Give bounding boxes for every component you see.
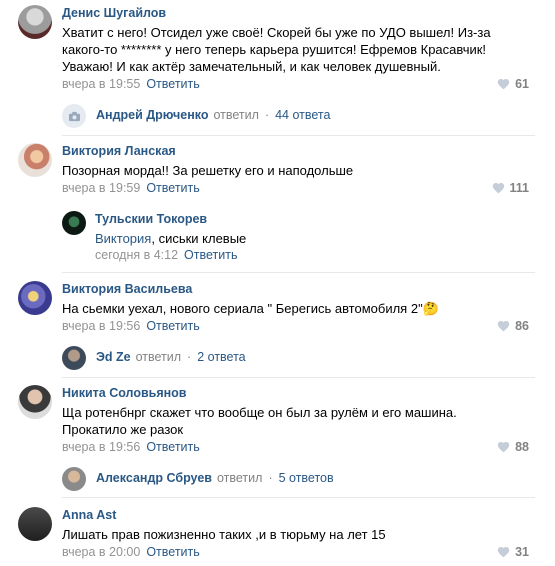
reply-button[interactable]: Ответить — [146, 77, 199, 91]
comment-text-line: Лишать прав пожизненно таких ,и в тюрьму… — [62, 527, 386, 542]
avatar[interactable] — [62, 211, 86, 235]
thread-count[interactable]: 5 ответов — [279, 471, 334, 485]
comment-text-line: какого-то ******** у него теперь карьера… — [62, 42, 487, 57]
heart-icon — [497, 79, 510, 90]
comment-author[interactable]: Никита Соловьянов — [62, 386, 187, 400]
heart-icon — [497, 547, 510, 558]
like-count: 31 — [515, 545, 529, 559]
reply-thread[interactable]: Эd Ze ответил · 2 ответа — [96, 350, 246, 364]
thread-action: ответил — [135, 350, 182, 364]
reply-button[interactable]: Ответить — [146, 545, 199, 559]
comment-text-line: Прокатило же разок — [62, 422, 184, 437]
divider — [62, 272, 535, 273]
reply-author[interactable]: Тульскии Токорев — [95, 212, 207, 226]
like-count: 86 — [515, 319, 529, 333]
like-count: 111 — [509, 181, 529, 195]
reply-button[interactable]: Ответить — [184, 248, 237, 262]
avatar[interactable] — [18, 385, 52, 419]
heart-icon — [497, 321, 510, 332]
like-button[interactable]: 86 — [497, 319, 529, 333]
thread-action: ответил — [216, 471, 263, 485]
comment-meta: вчера в 19:59 Ответить — [62, 181, 200, 195]
comment-meta: вчера в 19:55 Ответить — [62, 77, 200, 91]
divider — [62, 497, 535, 498]
thread-author[interactable]: Эd Ze — [96, 350, 131, 364]
comment-time[interactable]: вчера в 19:56 — [62, 319, 140, 333]
reply-text: Виктория, сиськи клевые — [95, 230, 246, 247]
camera-icon — [62, 104, 86, 128]
comment-meta: вчера в 19:56 Ответить — [62, 319, 200, 333]
like-button[interactable]: 61 — [497, 77, 529, 91]
thread-count[interactable]: 44 ответа — [275, 108, 330, 122]
thread-action: ответил — [213, 108, 259, 122]
comment-text-line: Уважаю! И как актёр замечательный, и как… — [62, 59, 441, 74]
reply-button[interactable]: Ответить — [146, 319, 199, 333]
thread-author[interactable]: Андрей Дрюченко — [96, 108, 208, 122]
thread-author[interactable]: Александр Сбруев — [96, 471, 212, 485]
comment-author[interactable]: Anna Ast — [62, 508, 116, 522]
avatar[interactable] — [62, 467, 86, 491]
like-button[interactable]: 88 — [497, 440, 529, 454]
comment-time[interactable]: вчера в 20:00 — [62, 545, 140, 559]
heart-icon — [492, 183, 504, 194]
avatar[interactable] — [18, 143, 52, 177]
like-count: 61 — [515, 77, 529, 91]
heart-icon — [497, 442, 510, 453]
avatar[interactable] — [18, 507, 52, 541]
reply-thread[interactable]: Андрей Дрюченко ответил · 44 ответа — [96, 108, 330, 122]
like-button[interactable]: 111 — [492, 181, 529, 195]
comment-author[interactable]: Виктория Ланская — [62, 144, 176, 158]
reply-button[interactable]: Ответить — [146, 181, 199, 195]
avatar[interactable] — [62, 346, 86, 370]
reply-thread[interactable]: Александр Сбруев ответил · 5 ответов — [96, 471, 334, 485]
comment-text-line: Ща ротенбнрг скажет что вообще он был за… — [62, 405, 457, 420]
separator: · — [187, 350, 192, 364]
avatar[interactable] — [18, 281, 52, 315]
reply-time[interactable]: сегодня в 4:12 — [95, 248, 178, 262]
reply-body: , сиськи клевые — [151, 231, 247, 246]
separator: · — [268, 471, 273, 485]
like-count: 88 — [515, 440, 529, 454]
comment-text-line: Хватит с него! Отсидел уже своё! Скорей … — [62, 25, 491, 40]
avatar[interactable] — [18, 5, 52, 39]
reply-addressee[interactable]: Виктория — [95, 231, 151, 246]
comment-text-line: Позорная морда!! За решетку его и наподо… — [62, 163, 354, 178]
separator: · — [264, 108, 270, 122]
comment-author[interactable]: Денис Шугайлов — [62, 6, 166, 20]
like-button[interactable]: 31 — [497, 545, 529, 559]
comment-meta: вчера в 20:00 Ответить — [62, 545, 200, 559]
comment-author[interactable]: Виктория Васильева — [62, 282, 192, 296]
comment-time[interactable]: вчера в 19:56 — [62, 440, 140, 454]
reply-meta: сегодня в 4:12 Ответить — [95, 248, 237, 262]
reply-button[interactable]: Ответить — [146, 440, 199, 454]
comment-meta: вчера в 19:56 Ответить — [62, 440, 200, 454]
comment-text: На сьемки уехал, нового сериала " Береги… — [62, 301, 423, 316]
comment-time[interactable]: вчера в 19:55 — [62, 77, 140, 91]
divider — [62, 135, 535, 136]
comment-text-line: На сьемки уехал, нового сериала " Береги… — [62, 300, 439, 317]
thinking-emoji-icon: 🤔 — [422, 301, 439, 316]
thread-count[interactable]: 2 ответа — [197, 350, 245, 364]
comment-time[interactable]: вчера в 19:59 — [62, 181, 140, 195]
divider — [62, 377, 535, 378]
